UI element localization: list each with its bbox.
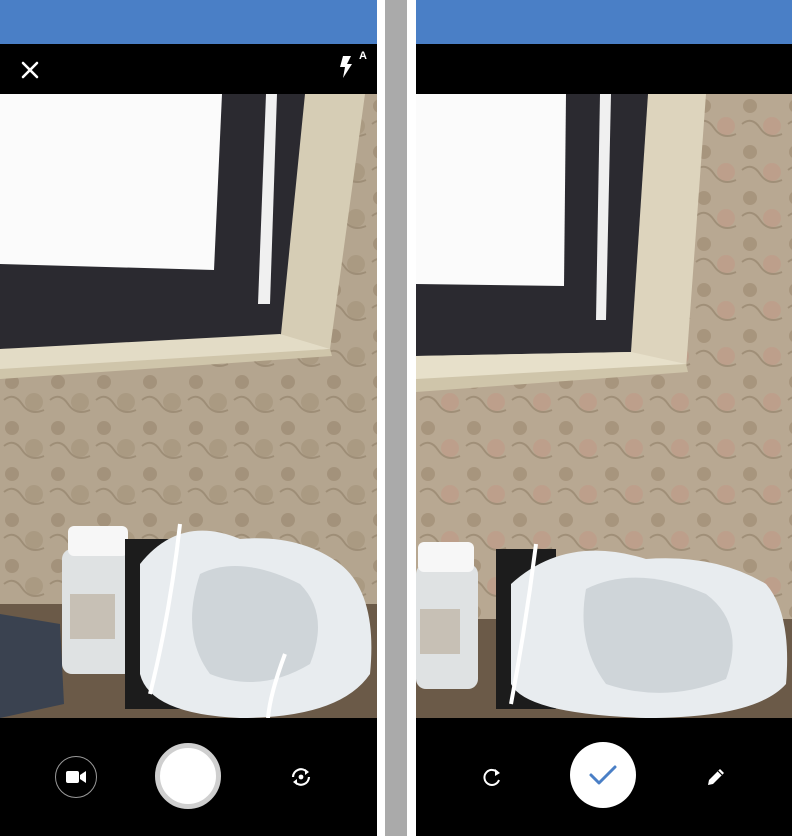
switch-camera-button[interactable] [285,761,317,793]
retake-icon [483,768,500,786]
edit-button[interactable] [700,761,732,793]
panel-divider [377,0,416,836]
review-top-bar [416,44,792,94]
photo-review-screen [416,0,792,836]
shutter-button[interactable] [155,743,221,809]
status-bar [0,0,377,44]
camera-capture-screen: A [0,0,377,836]
switch-camera-icon [291,768,311,786]
camera-preview-image [0,94,377,718]
camera-viewfinder[interactable] [0,94,377,718]
flash-auto-icon [340,56,352,78]
captured-photo [416,94,792,718]
close-icon [21,61,39,79]
video-mode-button[interactable] [55,756,97,798]
confirm-button[interactable] [570,742,636,808]
close-button[interactable] [14,54,46,86]
video-camera-icon [66,771,86,783]
status-bar [416,0,792,44]
retake-button[interactable] [476,761,508,793]
checkmark-icon [589,765,617,785]
flash-auto-badge: A [359,50,367,62]
pencil-icon [708,769,724,785]
divider-bar [385,0,407,836]
review-bottom-bar [416,718,792,836]
captured-photo-image [416,94,792,718]
camera-bottom-bar [0,718,377,836]
flash-button[interactable]: A [333,50,367,82]
camera-top-bar: A [0,44,377,94]
